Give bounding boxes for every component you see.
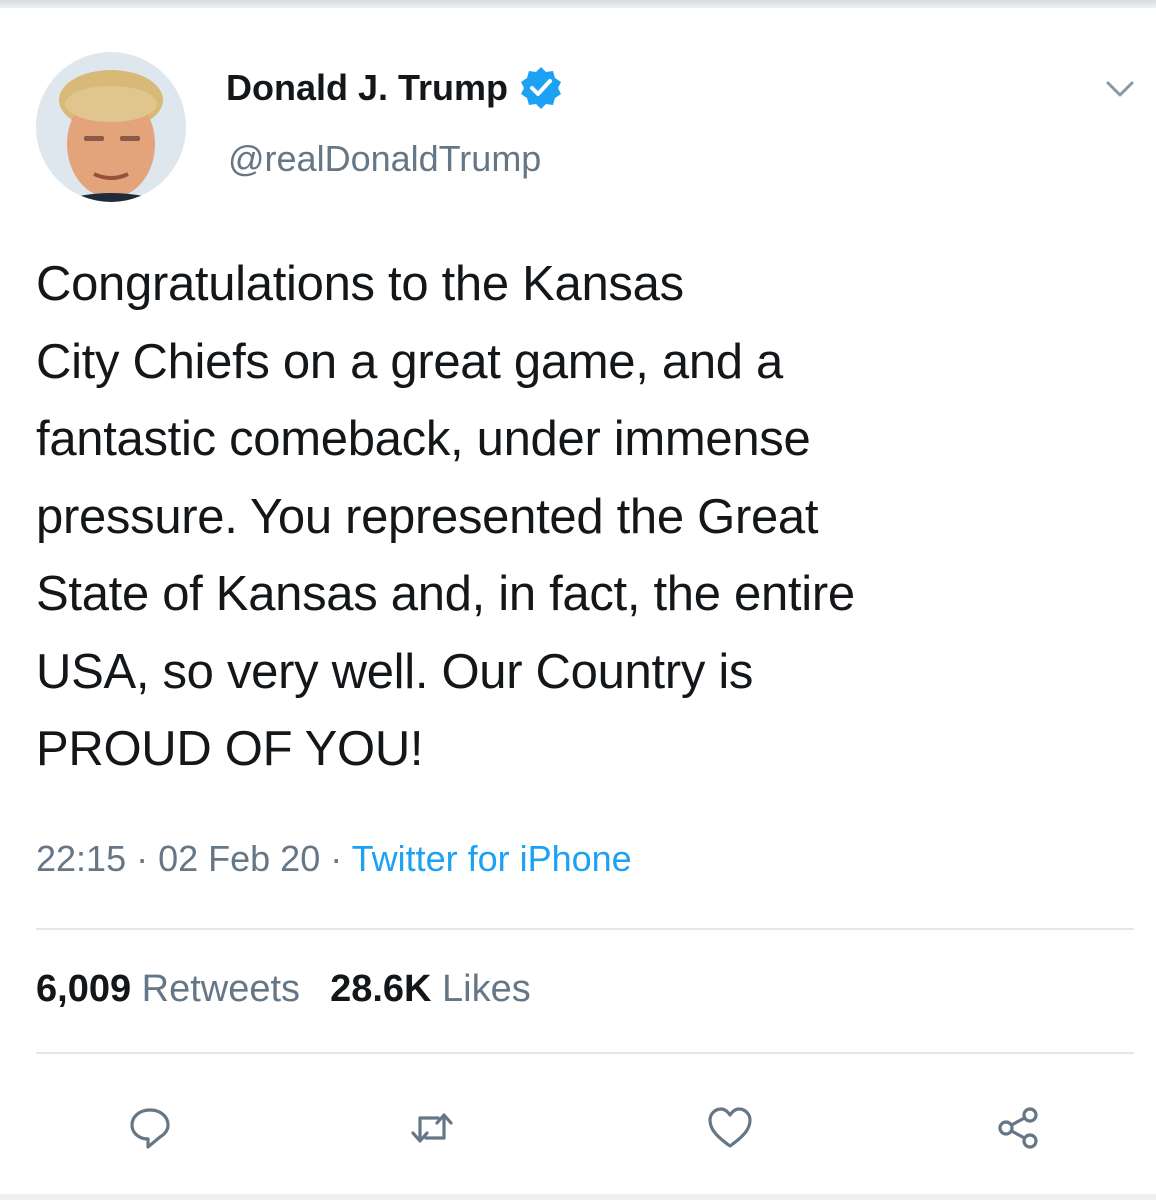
retweets-stat[interactable]: 6,009 Retweets bbox=[36, 968, 300, 1010]
reply-icon bbox=[130, 1108, 170, 1149]
display-name[interactable]: Donald J. Trump bbox=[226, 67, 508, 109]
likes-label: Likes bbox=[442, 968, 531, 1010]
divider bbox=[36, 928, 1134, 930]
chevron-down-icon[interactable] bbox=[1100, 72, 1140, 106]
tweet-meta: 22:15 · 02 Feb 20 · Twitter for iPhone bbox=[36, 838, 632, 880]
retweets-count: 6,009 bbox=[36, 968, 132, 1010]
retweet-button[interactable] bbox=[404, 1100, 460, 1156]
bottom-divider bbox=[0, 1194, 1156, 1200]
like-button[interactable] bbox=[702, 1100, 758, 1156]
avatar-image bbox=[36, 52, 186, 202]
tweet-source-link[interactable]: Twitter for iPhone bbox=[352, 838, 632, 879]
tweet-text: Congratulations to the Kansas City Chief… bbox=[36, 257, 855, 776]
tweet-time[interactable]: 22:15 bbox=[36, 838, 126, 879]
likes-count: 28.6K bbox=[330, 968, 432, 1010]
retweet-icon bbox=[411, 1113, 453, 1143]
top-divider bbox=[0, 0, 1156, 8]
avatar[interactable] bbox=[36, 52, 186, 202]
likes-stat[interactable]: 28.6K Likes bbox=[330, 968, 531, 1010]
meta-separator: · bbox=[320, 838, 352, 879]
verified-badge-icon bbox=[518, 65, 564, 111]
author-name-row: Donald J. Trump bbox=[226, 60, 564, 116]
reply-button[interactable] bbox=[122, 1100, 178, 1156]
share-button[interactable] bbox=[990, 1100, 1046, 1156]
meta-separator: · bbox=[126, 838, 159, 879]
retweets-label: Retweets bbox=[141, 968, 301, 1010]
heart-icon bbox=[708, 1107, 752, 1148]
engagement-stats: 6,009 Retweets 28.6K Likes bbox=[36, 968, 531, 1011]
divider bbox=[36, 1052, 1134, 1054]
user-handle[interactable]: @realDonaldTrump bbox=[228, 138, 541, 180]
tweet-date[interactable]: 02 Feb 20 bbox=[158, 838, 320, 879]
share-icon bbox=[998, 1107, 1038, 1149]
